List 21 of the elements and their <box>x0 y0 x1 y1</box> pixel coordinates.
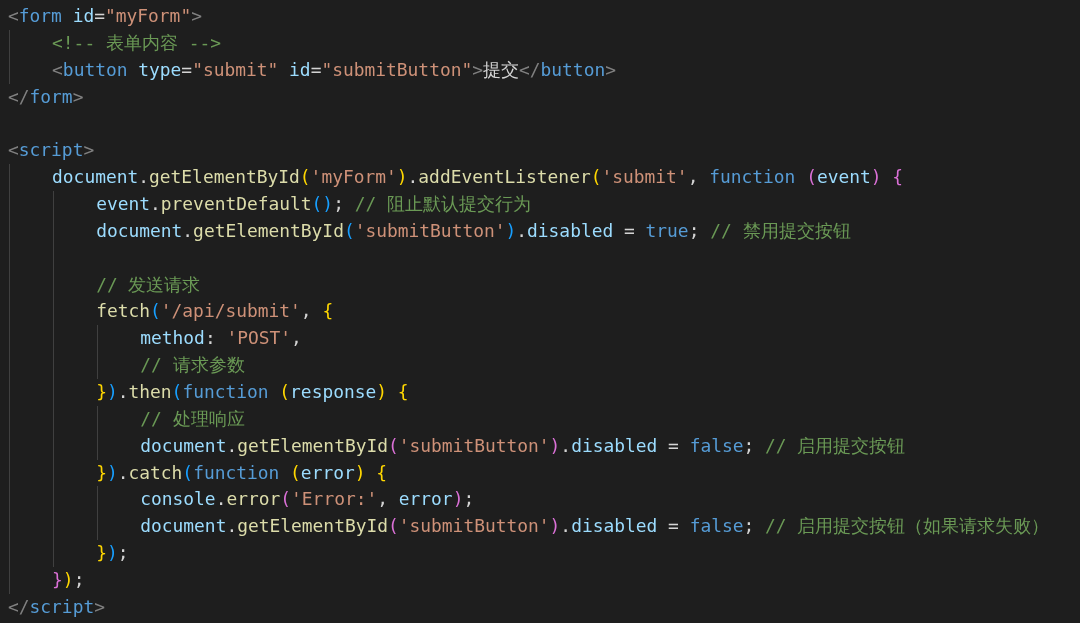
code-line: document.getElementById('submitButton').disabled = true; // 禁用提交按钮 <box>96 218 851 243</box>
code-line: document.getElementById('submitButton').disabled = false; // 启用提交按钮（如果请求失败） <box>140 514 1050 539</box>
code-line: <form id="myForm"> <box>8 4 202 28</box>
code-line: }).then(function (response) { <box>96 380 409 405</box>
code-comment: // 发送请求 <box>96 272 201 297</box>
code-line: document.getElementById('myForm').addEventListener('submit', function (event) { <box>52 165 904 190</box>
code-line: event.preventDefault(); // 阻止默认提交行为 <box>96 192 531 216</box>
code-line: }); <box>96 541 129 566</box>
code-line: </form> <box>8 84 84 109</box>
code-comment: // 请求参数 <box>140 353 245 378</box>
code-line: fetch('/api/submit', { <box>96 299 334 324</box>
code-comment: <!-- 表单内容 --> <box>52 30 222 55</box>
code-line: method: 'POST', <box>140 326 302 351</box>
code-line: console.error('Error:', error); <box>140 487 475 512</box>
code-line: </script> <box>8 594 105 619</box>
code-line: document.getElementById('submitButton').disabled = false; // 启用提交按钮 <box>140 433 906 458</box>
code-line: <button type="submit" id="submitButton">提交</button> <box>52 57 616 82</box>
code-line: }).catch(function (error) { <box>96 460 388 485</box>
code-comment: // 处理响应 <box>140 406 245 431</box>
code-line: }); <box>52 568 85 593</box>
code-line: <script> <box>8 138 95 163</box>
